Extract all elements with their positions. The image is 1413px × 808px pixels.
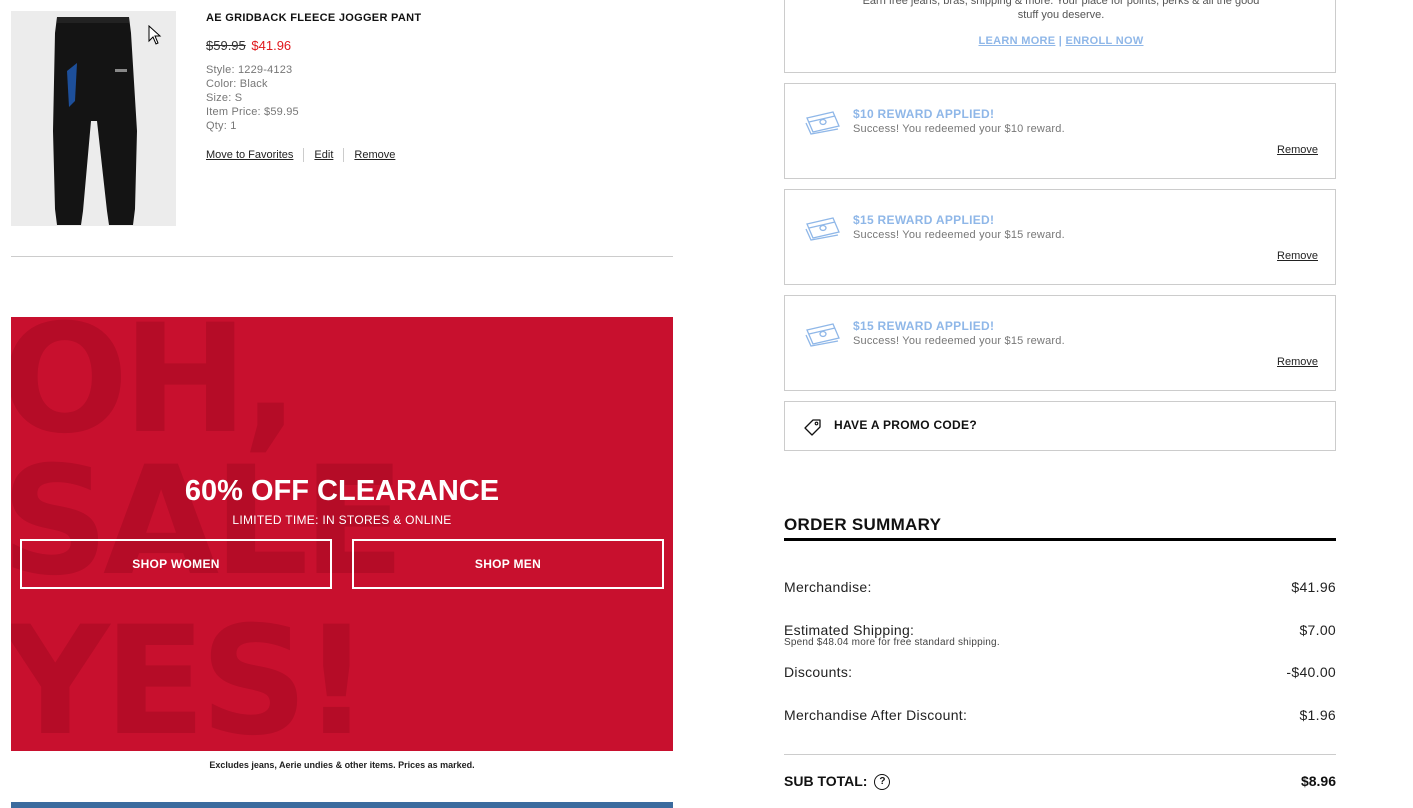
learn-more-link[interactable]: LEARN MORE: [978, 35, 1055, 47]
reward-message: Success! You redeemed your $10 reward.: [853, 123, 1065, 135]
reward-card: $15 REWARD APPLIED! Success! You redeeme…: [784, 295, 1336, 391]
next-banner-strip: [11, 802, 673, 808]
product-qty: Qty: 1: [206, 120, 237, 132]
remove-reward-link[interactable]: Remove: [1277, 250, 1318, 262]
after-discount-label: Merchandise After Discount:: [784, 707, 968, 723]
cash-reward-icon: [805, 323, 840, 347]
original-price: $59.95: [206, 38, 246, 53]
reward-card: $10 REWARD APPLIED! Success! You redeeme…: [784, 83, 1336, 179]
rewards-description-line: stuff you deserve.: [1017, 9, 1105, 21]
shipping-label: Estimated Shipping:: [784, 622, 915, 638]
divider: [11, 256, 673, 257]
subtotal-row: SUB TOTAL: ? $8.96: [784, 773, 1336, 791]
product-color: Color: Black: [206, 78, 268, 90]
shop-women-button[interactable]: SHOP WOMEN: [20, 539, 332, 589]
tag-icon: [804, 419, 821, 436]
remove-reward-link[interactable]: Remove: [1277, 144, 1318, 156]
order-summary-title: ORDER SUMMARY: [784, 515, 942, 534]
reward-message: Success! You redeemed your $15 reward.: [853, 229, 1065, 241]
move-to-favorites-link[interactable]: Move to Favorites: [206, 149, 293, 161]
price-row: $59.95 $41.96: [206, 38, 291, 53]
remove-reward-link[interactable]: Remove: [1277, 356, 1318, 368]
enroll-now-link[interactable]: ENROLL NOW: [1066, 35, 1144, 47]
shop-men-button[interactable]: SHOP MEN: [352, 539, 664, 589]
merchandise-row: Merchandise: $41.96: [784, 579, 1336, 595]
reward-title: $15 REWARD APPLIED!: [853, 319, 995, 333]
subtotal-value: $8.96: [1300, 773, 1336, 789]
banner-bg-word: YES!: [11, 595, 371, 751]
rewards-description-line: Earn free jeans, bras, shipping & more. …: [862, 0, 1260, 7]
promo-disclaimer: Excludes jeans, Aerie undies & other ite…: [209, 760, 475, 770]
rewards-links: LEARN MORE | ENROLL NOW: [785, 35, 1337, 47]
remove-item-link[interactable]: Remove: [354, 149, 395, 161]
product-style: Style: 1229-4123: [206, 64, 293, 76]
product-size: Size: S: [206, 92, 243, 104]
after-discount-row: Merchandise After Discount: $1.96: [784, 707, 1336, 723]
clearance-promo-banner: OH, SALE YES! 60% OFF CLEARANCE LIMITED …: [11, 317, 673, 751]
action-divider: [343, 148, 345, 162]
reward-card: $15 REWARD APPLIED! Success! You redeeme…: [784, 189, 1336, 285]
product-name[interactable]: AE GRIDBACK FLEECE JOGGER PANT: [206, 12, 421, 24]
shipping-value: $7.00: [1299, 622, 1336, 638]
cash-reward-icon: [805, 111, 840, 135]
shipping-row: Estimated Shipping: Spend $48.04 more fo…: [784, 622, 1336, 648]
discounts-value: -$40.00: [1286, 664, 1336, 680]
cash-reward-icon: [805, 217, 840, 241]
rewards-description: Earn free jeans, bras, shipping & more. …: [785, 0, 1337, 22]
summary-rule: [784, 538, 1336, 541]
promo-code-toggle[interactable]: HAVE A PROMO CODE?: [784, 401, 1336, 451]
mouse-pointer-icon: [148, 25, 162, 45]
promo-subtitle: LIMITED TIME: IN STORES & ONLINE: [232, 513, 452, 527]
reward-title: $15 REWARD APPLIED!: [853, 213, 995, 227]
summary-divider: [784, 754, 1336, 755]
product-actions: Move to Favorites Edit Remove: [206, 148, 395, 162]
subtotal-label: SUB TOTAL:: [784, 773, 868, 789]
link-separator: |: [1058, 35, 1063, 47]
discounts-label: Discounts:: [784, 664, 853, 680]
rewards-info-panel: Earn free jeans, bras, shipping & more. …: [784, 0, 1336, 73]
merchandise-label: Merchandise:: [784, 579, 872, 595]
reward-message: Success! You redeemed your $15 reward.: [853, 335, 1065, 347]
product-details: Style: 1229-4123 Color: Black Size: S It…: [206, 63, 299, 133]
sale-price: $41.96: [251, 38, 292, 53]
reward-title: $10 REWARD APPLIED!: [853, 107, 995, 121]
promo-code-label: HAVE A PROMO CODE?: [834, 418, 977, 432]
product-item-price: Item Price: $59.95: [206, 106, 299, 118]
edit-link[interactable]: Edit: [314, 149, 333, 161]
help-icon[interactable]: ?: [874, 774, 891, 791]
after-discount-value: $1.96: [1299, 707, 1336, 723]
shipping-note: Spend $48.04 more for free standard ship…: [784, 637, 1000, 648]
merchandise-value: $41.96: [1291, 579, 1336, 595]
discounts-row: Discounts: -$40.00: [784, 664, 1336, 680]
promo-title: 60% OFF CLEARANCE: [184, 475, 500, 507]
action-divider: [303, 148, 305, 162]
